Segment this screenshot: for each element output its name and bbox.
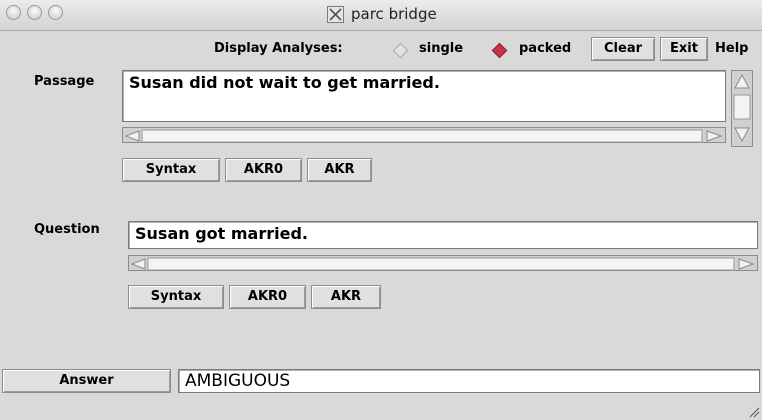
close-icon[interactable]: [6, 5, 21, 20]
zoom-icon[interactable]: [48, 5, 63, 20]
hscroll-thumb: [141, 129, 703, 143]
display-analyses-label: Display Analyses:: [214, 41, 343, 56]
arrow-down-icon: [734, 127, 750, 143]
passage-syntax-button[interactable]: Syntax: [122, 158, 220, 182]
vscroll-thumb: [733, 94, 751, 120]
passage-vscrollbar[interactable]: [731, 70, 753, 147]
arrow-left-icon: [130, 258, 146, 270]
single-radio-label[interactable]: single: [419, 41, 463, 56]
resize-grip-icon[interactable]: [748, 406, 760, 418]
arrow-up-icon: [734, 73, 750, 89]
question-akr0-button[interactable]: AKR0: [229, 285, 306, 309]
arrow-left-icon: [124, 130, 140, 142]
clear-button[interactable]: Clear: [591, 37, 655, 61]
packed-radio[interactable]: [491, 42, 508, 59]
single-radio[interactable]: [392, 42, 409, 59]
minimize-icon[interactable]: [27, 5, 42, 20]
passage-label: Passage: [34, 74, 95, 89]
passage-akr-button[interactable]: AKR: [307, 158, 372, 182]
question-input[interactable]: Susan got married.: [128, 221, 758, 249]
passage-akr0-button[interactable]: AKR0: [225, 158, 302, 182]
passage-textarea[interactable]: Susan did not wait to get married.: [122, 70, 726, 122]
answer-field: AMBIGUOUS: [178, 369, 760, 393]
question-label: Question: [34, 222, 100, 237]
window-titlebar[interactable]: parc bridge: [0, 0, 762, 31]
exit-button[interactable]: Exit: [660, 37, 708, 61]
answer-button[interactable]: Answer: [2, 369, 171, 393]
help-menu[interactable]: Help: [715, 41, 748, 56]
hscroll-thumb: [147, 257, 735, 271]
passage-hscrollbar[interactable]: [122, 127, 726, 143]
question-akr-button[interactable]: AKR: [311, 285, 381, 309]
window-title: parc bridge: [351, 5, 437, 23]
arrow-right-icon: [706, 130, 723, 142]
packed-radio-label[interactable]: packed: [519, 41, 571, 56]
question-syntax-button[interactable]: Syntax: [128, 285, 224, 309]
arrow-right-icon: [738, 258, 755, 270]
question-hscrollbar[interactable]: [128, 255, 758, 271]
x11-app-icon: [327, 6, 344, 23]
